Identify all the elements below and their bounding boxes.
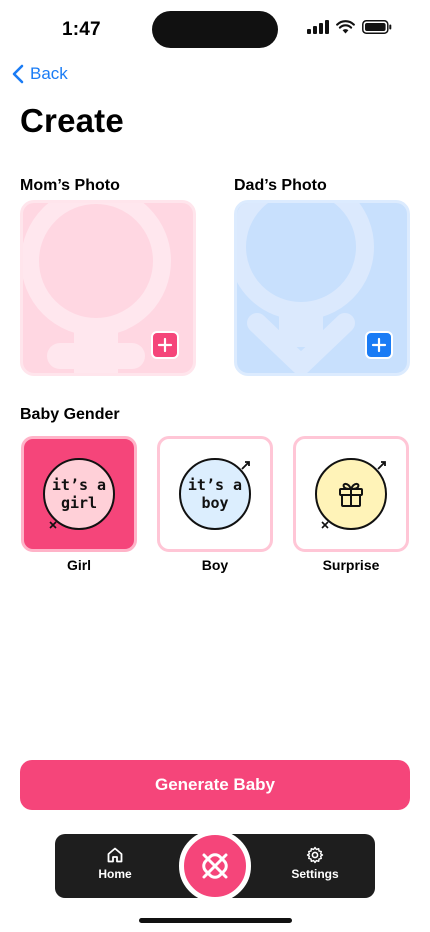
tab-settings[interactable]: Settings [270, 846, 360, 881]
gender-caption-surprise: Surprise [322, 557, 380, 573]
male-mini-icon [377, 461, 386, 470]
gear-icon [306, 846, 324, 864]
logo-icon [202, 853, 228, 879]
status-icons [307, 20, 392, 34]
girl-badge-line2: girl [60, 494, 98, 512]
plus-icon [157, 337, 173, 353]
gender-option-girl[interactable]: it’s a girl [21, 436, 137, 552]
add-dad-photo-button[interactable] [365, 331, 393, 359]
add-mom-photo-button[interactable] [151, 331, 179, 359]
female-mini-icon [321, 521, 329, 529]
dad-photo-upload[interactable] [234, 200, 410, 376]
mom-photo-upload[interactable] [20, 200, 196, 376]
gender-caption-boy: Boy [201, 557, 229, 573]
its-a-girl-badge: it’s a girl [43, 458, 115, 530]
gender-option-surprise[interactable] [293, 436, 409, 552]
home-indicator [139, 918, 292, 923]
gender-option-boy[interactable]: it’s a boy [157, 436, 273, 552]
boy-badge-line1: it’s a [187, 476, 243, 494]
mom-photo-label: Mom’s Photo [20, 177, 120, 194]
home-icon [107, 847, 123, 863]
generate-baby-button[interactable]: Generate Baby [20, 760, 410, 810]
dad-photo-label: Dad’s Photo [234, 177, 327, 194]
plus-icon [371, 337, 387, 353]
center-action-button[interactable] [179, 830, 251, 902]
tab-settings-label: Settings [291, 867, 339, 881]
back-label: Back [30, 64, 68, 83]
page-title: Create [20, 102, 124, 139]
girl-badge-line1: it’s a [51, 476, 107, 494]
battery-icon [362, 20, 392, 34]
chevron-left-icon [12, 64, 24, 84]
status-bar: 1:47 [0, 0, 430, 56]
gender-caption-girl: Girl [66, 557, 92, 573]
baby-gender-label: Baby Gender [20, 406, 120, 423]
wifi-icon [336, 20, 355, 34]
cellular-icon [307, 20, 329, 34]
boy-badge-line2: boy [201, 494, 229, 512]
gift-icon [339, 482, 363, 507]
male-mini-icon [241, 461, 250, 470]
dynamic-island [152, 11, 278, 48]
female-mini-icon [49, 521, 57, 529]
tab-bar: Home Settings [55, 830, 375, 902]
tab-home[interactable]: Home [70, 846, 160, 881]
tab-home-label: Home [98, 867, 132, 881]
back-button[interactable]: Back [12, 64, 68, 84]
status-time: 1:47 [62, 19, 101, 40]
